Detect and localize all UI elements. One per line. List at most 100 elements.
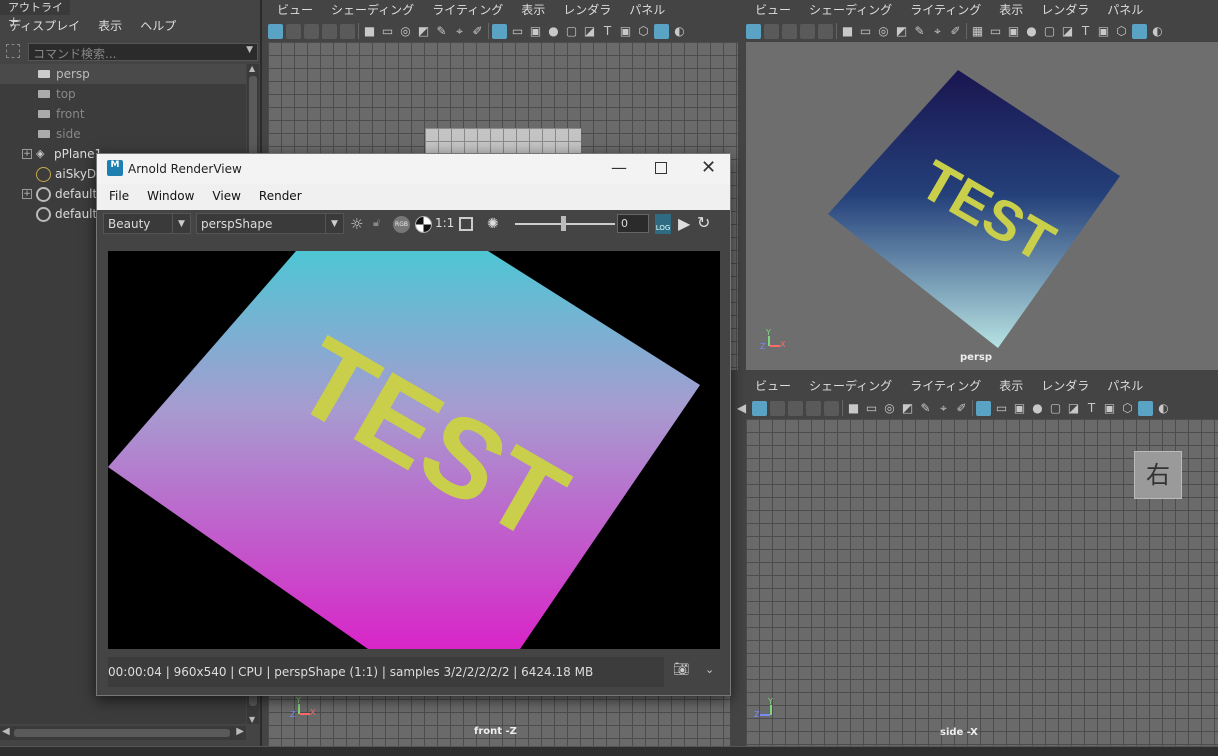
- grid-icon[interactable]: [492, 23, 507, 39]
- viewport-top-right[interactable]: ビュー シェーディング ライティング 表示 レンダラ パネル ■ ▭ ◎ ◩ ✎…: [742, 0, 1218, 370]
- menu-shading[interactable]: シェーディング: [800, 376, 901, 396]
- xray-icon[interactable]: ⬡: [1120, 401, 1135, 416]
- smooth-shade-icon[interactable]: ▣: [1012, 401, 1027, 416]
- list-item[interactable]: persp: [0, 64, 246, 84]
- ambient-occlusion-icon[interactable]: ◐: [1150, 24, 1165, 39]
- film-gate-icon[interactable]: ▭: [380, 24, 395, 39]
- exposure-slider[interactable]: [515, 216, 615, 231]
- menu-render[interactable]: Render: [259, 189, 302, 210]
- textured-icon[interactable]: ●: [1024, 24, 1039, 39]
- menu-view[interactable]: ビュー: [268, 0, 322, 20]
- log-icon[interactable]: LOG: [655, 214, 671, 234]
- select-camera-icon[interactable]: [268, 23, 283, 39]
- menu-renderer[interactable]: レンダラ: [1032, 0, 1098, 20]
- resolution-gate-icon[interactable]: ◎: [398, 24, 413, 39]
- close-icon[interactable]: ✕: [701, 157, 716, 178]
- isolate-icon[interactable]: ▣: [1096, 24, 1111, 39]
- menu-window[interactable]: Window: [147, 189, 194, 210]
- scroll-thumb[interactable]: [14, 729, 230, 737]
- field-chart-icon[interactable]: ✎: [918, 401, 933, 416]
- chevron-down-icon[interactable]: ⌄: [705, 663, 714, 676]
- menu-renderer[interactable]: レンダラ: [554, 0, 620, 20]
- safe-title-icon[interactable]: ✐: [954, 401, 969, 416]
- field-chart-icon[interactable]: ✎: [434, 24, 449, 39]
- textured-icon[interactable]: ●: [546, 24, 561, 39]
- exposure-input[interactable]: 0: [617, 214, 649, 233]
- lock-icon[interactable]: 🔓︎: [373, 216, 380, 230]
- aperture-icon[interactable]: ✺: [487, 216, 499, 232]
- sun-icon[interactable]: ☼: [350, 215, 363, 233]
- scroll-right-icon[interactable]: ▶: [236, 726, 244, 737]
- gate-mask-icon[interactable]: ◩: [416, 24, 431, 39]
- shadows-icon[interactable]: ◪: [582, 24, 597, 39]
- film-gate-icon[interactable]: ▭: [864, 401, 879, 416]
- outliner-menu-display[interactable]: ディスプレイ: [0, 16, 89, 36]
- maximize-icon[interactable]: [655, 162, 667, 174]
- menu-view[interactable]: View: [212, 189, 240, 210]
- outliner-menu-help[interactable]: ヘルプ: [131, 16, 185, 36]
- viewport-canvas[interactable]: TEST Y Z X persp: [746, 42, 1218, 370]
- list-item[interactable]: top: [0, 84, 76, 104]
- bookmark-icon[interactable]: [782, 23, 797, 39]
- lock-camera-icon[interactable]: [286, 23, 301, 39]
- menu-renderer[interactable]: レンダラ: [1032, 376, 1098, 396]
- alpha-channel-icon[interactable]: [415, 216, 432, 233]
- grid-toggle-icon[interactable]: [824, 400, 839, 416]
- chevron-down-icon[interactable]: ▼: [246, 45, 253, 55]
- grid-toggle-icon[interactable]: [340, 23, 355, 39]
- image-plane-icon[interactable]: [322, 23, 337, 39]
- menu-panels[interactable]: パネル: [1098, 376, 1152, 396]
- list-item[interactable]: default: [0, 204, 97, 224]
- lock-camera-icon[interactable]: [764, 23, 779, 39]
- isolate-icon[interactable]: ▣: [618, 24, 633, 39]
- field-chart-icon[interactable]: ✎: [912, 24, 927, 39]
- menu-show[interactable]: 表示: [512, 0, 554, 20]
- refresh-icon[interactable]: ↻: [697, 213, 710, 232]
- menu-show[interactable]: 表示: [990, 376, 1032, 396]
- image-plane-icon[interactable]: [806, 400, 821, 416]
- shaded-cube-icon[interactable]: [1138, 400, 1153, 416]
- menu-shading[interactable]: シェーディング: [800, 0, 901, 20]
- menu-shading[interactable]: シェーディング: [322, 0, 423, 20]
- safe-action-icon[interactable]: ⌖: [452, 24, 467, 39]
- grid-icon[interactable]: ▦: [970, 24, 985, 39]
- menu-lighting[interactable]: ライティング: [901, 376, 990, 396]
- ratio-label[interactable]: 1:1: [435, 216, 454, 230]
- camera-dropdown[interactable]: perspShape ▼: [196, 213, 344, 234]
- horizontal-scrollbar[interactable]: ◀ ▶: [0, 726, 246, 740]
- select-camera-icon[interactable]: [746, 23, 761, 39]
- camera-attributes-icon[interactable]: ■: [840, 24, 855, 39]
- shaded-cube-icon[interactable]: [654, 23, 669, 39]
- render-image[interactable]: TEST: [108, 251, 720, 649]
- menu-panels[interactable]: パネル: [620, 0, 674, 20]
- menu-file[interactable]: File: [109, 189, 129, 210]
- search-input[interactable]: コマンド検索... ▼: [28, 43, 258, 61]
- textured-icon[interactable]: ●: [1030, 401, 1045, 416]
- shadows-icon[interactable]: ◪: [1060, 24, 1075, 39]
- menu-lighting[interactable]: ライティング: [423, 0, 512, 20]
- film-gate-icon[interactable]: ▭: [858, 24, 873, 39]
- safe-title-icon[interactable]: ✐: [470, 24, 485, 39]
- isolate-icon[interactable]: ▣: [1102, 401, 1117, 416]
- menu-show[interactable]: 表示: [990, 0, 1032, 20]
- menu-lighting[interactable]: ライティング: [901, 0, 990, 20]
- bookmark-icon[interactable]: [304, 23, 319, 39]
- lights-icon[interactable]: ▢: [564, 24, 579, 39]
- crop-region-icon[interactable]: [459, 217, 473, 231]
- overflow-icon[interactable]: ◀: [734, 401, 749, 416]
- shaded-cube-icon[interactable]: [1132, 23, 1147, 39]
- expand-icon[interactable]: +: [22, 189, 32, 199]
- minimize-icon[interactable]: —: [611, 158, 627, 177]
- lights-icon[interactable]: ▢: [1048, 401, 1063, 416]
- safe-action-icon[interactable]: ⌖: [930, 24, 945, 39]
- slider-handle[interactable]: [561, 216, 566, 231]
- viewport-canvas[interactable]: 右 Y Z side -X: [746, 419, 1218, 746]
- select-camera-icon[interactable]: [752, 400, 767, 416]
- smooth-shade-icon[interactable]: ▣: [1006, 24, 1021, 39]
- scroll-up-icon[interactable]: ▲: [249, 64, 255, 73]
- grid-toggle-icon[interactable]: [818, 23, 833, 39]
- list-item[interactable]: side: [0, 124, 81, 144]
- text-label-icon[interactable]: T: [1084, 401, 1099, 416]
- wireframe-icon[interactable]: ▭: [510, 24, 525, 39]
- camera-attributes-icon[interactable]: ■: [362, 24, 377, 39]
